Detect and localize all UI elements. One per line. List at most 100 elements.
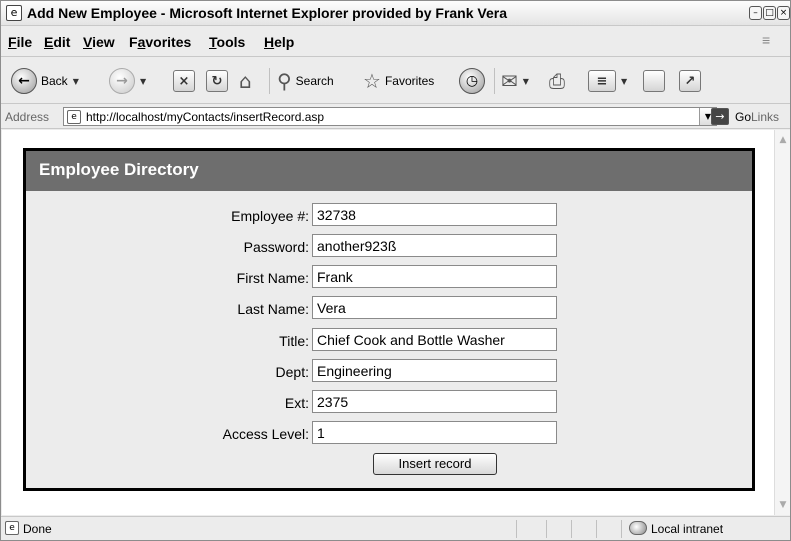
maximize-button[interactable]: □ [763, 6, 776, 20]
printer-icon: ⎙ [549, 69, 565, 93]
ext-field[interactable]: 2375 [312, 390, 557, 413]
menu-favorites-label: vorites [145, 34, 192, 50]
home-button[interactable]: ⌂ [239, 66, 252, 96]
edit-dropdown-icon[interactable]: ▼ [621, 77, 627, 86]
edit-page-icon: ≡ [588, 70, 616, 92]
form-row-ext: Ext: 2375 [26, 390, 752, 414]
address-input[interactable]: e http://localhost/myContacts/insertReco… [63, 107, 717, 126]
menu-tools-label: ools [216, 34, 246, 50]
title-bar: e Add New Employee - Microsoft Internet … [1, 1, 790, 26]
go-button[interactable]: → Go [711, 108, 751, 125]
edit-button[interactable]: ≡ ▼ [588, 66, 627, 96]
status-divider [621, 520, 622, 538]
browser-window: e Add New Employee - Microsoft Internet … [0, 0, 791, 541]
form-row-dept: Dept: Engineering [26, 359, 752, 383]
password-label: Password: [243, 239, 309, 255]
form-row-access-level: Access Level: 1 [26, 421, 752, 445]
stop-icon: × [173, 70, 195, 92]
form-row-first-name: First Name: Frank [26, 265, 752, 289]
menu-edit[interactable]: Edit [44, 34, 70, 50]
links-button[interactable]: Links [751, 110, 779, 124]
title-label: Title: [279, 333, 309, 349]
windows-logo-icon: ≡ [762, 32, 771, 48]
menu-help-label: elp [274, 34, 295, 50]
mail-dropdown-icon[interactable]: ▼ [523, 77, 529, 86]
menu-view-accesskey: V [83, 34, 93, 50]
status-divider [571, 520, 572, 538]
close-button[interactable]: × [777, 6, 790, 20]
password-field[interactable]: another923ß [312, 234, 557, 257]
ie-page-icon: e [5, 521, 19, 535]
employee-directory-panel: Employee Directory Employee #: 32738 Pas… [23, 148, 755, 491]
scroll-down-icon[interactable]: ▼ [776, 498, 790, 512]
access-level-label: Access Level: [222, 426, 309, 442]
address-bar: Address e http://localhost/myContacts/in… [1, 105, 790, 129]
ext-label: Ext: [284, 395, 309, 411]
forward-button[interactable]: → ▼ [109, 66, 146, 96]
menu-tools[interactable]: Tools [209, 34, 245, 50]
mail-icon: ✉ [501, 69, 518, 93]
messenger-button[interactable]: ↗ [679, 66, 701, 96]
menu-edit-label: dit [53, 34, 71, 50]
scroll-up-icon[interactable]: ▲ [776, 133, 790, 147]
standard-toolbar: ← Back ▼ → ▼ × ↻ ⌂ ⚲ Search ☆ Favorites … [1, 58, 790, 104]
title-field[interactable]: Chief Cook and Bottle Washer [312, 328, 557, 351]
menu-view[interactable]: View [83, 34, 115, 50]
back-button[interactable]: ← Back ▼ [11, 66, 79, 96]
access-level-field[interactable]: 1 [312, 421, 557, 444]
favorites-star-icon: ☆ [363, 69, 381, 93]
page-title: Employee Directory [26, 151, 752, 191]
window-title: Add New Employee - Microsoft Internet Ex… [27, 5, 507, 21]
menu-file[interactable]: File [8, 34, 32, 50]
form-row-last-name: Last Name: Vera [26, 296, 752, 320]
menu-help-accesskey: H [264, 34, 275, 50]
menu-favorites-prefix: F [129, 34, 138, 50]
form-row-title: Title: Chief Cook and Bottle Washer [26, 328, 752, 352]
forward-dropdown-icon[interactable]: ▼ [140, 77, 146, 86]
dept-label: Dept: [275, 364, 309, 380]
status-divider [596, 520, 597, 538]
dept-field[interactable]: Engineering [312, 359, 557, 382]
employee-number-field[interactable]: 32738 [312, 203, 557, 226]
forward-arrow-icon: → [109, 68, 135, 94]
mail-button[interactable]: ✉ ▼ [501, 66, 529, 96]
discuss-button[interactable] [643, 66, 665, 96]
status-divider [516, 520, 517, 538]
form-row-employee-number: Employee #: 32738 [26, 203, 752, 227]
refresh-button[interactable]: ↻ [206, 66, 228, 96]
window-controls: – □ × [749, 6, 790, 20]
menu-favorites[interactable]: Favorites [129, 34, 191, 50]
first-name-field[interactable]: Frank [312, 265, 557, 288]
go-label: Go [735, 109, 752, 124]
status-text: Done [23, 522, 52, 536]
favorites-button[interactable]: ☆ Favorites [363, 66, 434, 96]
discuss-icon [643, 70, 665, 92]
first-name-label: First Name: [236, 270, 309, 286]
toolbar-separator [269, 68, 270, 94]
favorites-label: Favorites [384, 74, 435, 88]
page-viewport: Employee Directory Employee #: 32738 Pas… [2, 130, 774, 515]
stop-button[interactable]: × [173, 66, 195, 96]
window-icon: ↗ [679, 70, 701, 92]
ie-page-icon: e [67, 110, 81, 124]
print-button[interactable]: ⎙ [549, 66, 565, 96]
menu-edit-accesskey: E [44, 34, 54, 50]
back-dropdown-icon[interactable]: ▼ [73, 77, 79, 86]
last-name-label: Last Name: [237, 301, 309, 317]
refresh-icon: ↻ [206, 70, 228, 92]
home-icon: ⌂ [239, 69, 252, 93]
menu-bar: File Edit View Favorites Tools Help ≡ [1, 27, 790, 57]
status-divider [546, 520, 547, 538]
history-button[interactable]: ◷ [459, 66, 485, 96]
local-intranet-icon [629, 521, 647, 535]
insert-record-button[interactable]: Insert record [373, 453, 497, 475]
menu-help[interactable]: Help [264, 34, 294, 50]
search-button[interactable]: ⚲ Search [277, 66, 334, 96]
back-arrow-icon: ← [11, 68, 37, 94]
form-row-password: Password: another923ß [26, 234, 752, 258]
menu-file-accesskey: F [8, 34, 17, 50]
last-name-field[interactable]: Vera [312, 296, 557, 319]
status-bar: e Done Local intranet [1, 516, 790, 540]
vertical-scrollbar[interactable]: ▲ ▼ [774, 130, 790, 515]
minimize-button[interactable]: – [749, 6, 762, 20]
